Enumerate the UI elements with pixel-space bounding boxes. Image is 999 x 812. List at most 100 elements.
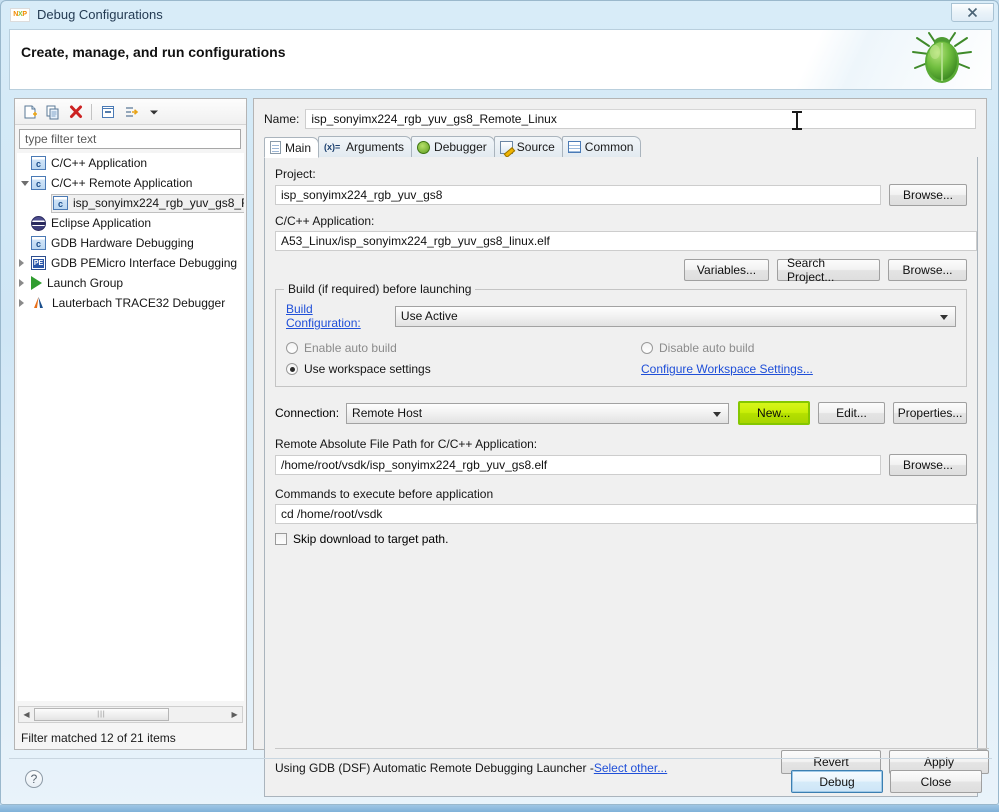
tab-label: Debugger: [434, 140, 487, 154]
nxp-logo-icon: NXP: [10, 7, 30, 22]
tree-item-label: Lauterbach TRACE32 Debugger: [52, 296, 226, 310]
c-app-icon: [31, 236, 46, 250]
dialog-footer-buttons: Debug Close: [791, 770, 982, 793]
tree-item-c-remote-application[interactable]: C/C++ Remote Application: [17, 173, 244, 193]
configurations-tree-panel: type filter text C/C++ Application C/C++…: [14, 98, 247, 750]
remote-path-browse-button[interactable]: Browse...: [888, 454, 967, 476]
name-input[interactable]: isp_sonyimx224_rgb_yuv_gs8_Remote_Linux: [305, 109, 976, 129]
lauterbach-icon: [31, 295, 47, 311]
twisty-closed-icon[interactable]: [19, 299, 24, 307]
c-app-icon: [31, 176, 46, 190]
tree-item-label: Eclipse Application: [51, 216, 152, 230]
twisty-closed-icon[interactable]: [19, 279, 24, 287]
build-settings-group: Build (if required) before launching Bui…: [275, 282, 967, 387]
collapse-all-icon[interactable]: [97, 101, 118, 122]
connection-combo[interactable]: Remote Host: [346, 402, 729, 424]
use-workspace-settings-radio[interactable]: Use workspace settings: [286, 362, 641, 376]
tab-common[interactable]: Common: [561, 136, 642, 157]
project-label: Project:: [275, 167, 316, 181]
c-app-icon: [31, 156, 46, 170]
commands-input[interactable]: cd /home/root/vsdk: [275, 504, 977, 524]
remote-path-input[interactable]: /home/root/vsdk/isp_sonyimx224_rgb_yuv_g…: [275, 455, 881, 475]
scrollbar-thumb[interactable]: |||: [33, 708, 170, 721]
dialog-header: Create, manage, and run configurations: [9, 29, 992, 90]
tree-item-eclipse-application[interactable]: Eclipse Application: [17, 213, 244, 233]
tree-item-label: Launch Group: [47, 276, 124, 290]
application-input[interactable]: A53_Linux/isp_sonyimx224_rgb_yuv_gs8_lin…: [275, 231, 977, 251]
remote-path-label: Remote Absolute File Path for C/C++ Appl…: [275, 437, 538, 451]
twisty-closed-icon[interactable]: [19, 259, 24, 267]
tree-horizontal-scrollbar[interactable]: ◀ ||| ▶: [18, 706, 243, 723]
connection-new-button[interactable]: New...: [737, 401, 810, 425]
tab-bar: Main (x)= Arguments Debugger Source Comm…: [264, 136, 978, 158]
filter-arrow-icon[interactable]: [120, 101, 141, 122]
tab-main[interactable]: Main: [264, 137, 320, 158]
debug-configurations-dialog: NXP Debug Configurations Create, manage,…: [0, 0, 999, 805]
tab-debugger[interactable]: Debugger: [411, 136, 495, 157]
dialog-body: type filter text C/C++ Application C/C++…: [9, 93, 992, 797]
connection-edit-button[interactable]: Edit...: [817, 402, 886, 424]
pemicro-icon: [31, 256, 46, 270]
skip-download-checkbox[interactable]: [275, 533, 287, 545]
eclipse-icon: [31, 215, 46, 231]
chevron-down-icon[interactable]: [143, 101, 164, 122]
scroll-left-icon[interactable]: ◀: [19, 707, 34, 722]
tree-item-label: isp_sonyimx224_rgb_yuv_gs8_R: [73, 196, 244, 210]
search-project-button[interactable]: Search Project...: [777, 256, 880, 284]
build-configuration-combo[interactable]: Use Active: [394, 305, 956, 327]
tab-source[interactable]: Source: [493, 136, 563, 157]
connection-value: Remote Host: [352, 406, 423, 420]
red-x-delete-icon[interactable]: [65, 101, 86, 122]
main-tab-content: Project: isp_sonyimx224_rgb_yuv_gs8 Brow…: [264, 157, 989, 797]
variables-button[interactable]: Variables...: [684, 259, 769, 281]
disable-auto-build-label: Disable auto build: [659, 341, 755, 355]
connection-properties-button[interactable]: Properties...: [893, 402, 967, 424]
project-input[interactable]: isp_sonyimx224_rgb_yuv_gs8: [275, 185, 881, 205]
tree-item-isp-sonyimx224-remote-linux[interactable]: isp_sonyimx224_rgb_yuv_gs8_R: [17, 193, 244, 213]
tree-item-gdb-hardware-debugging[interactable]: GDB Hardware Debugging: [17, 233, 244, 253]
skip-download-label: Skip download to target path.: [293, 532, 449, 546]
main-document-icon: [270, 141, 281, 154]
tab-label: Arguments: [346, 140, 405, 154]
close-glyph: [967, 7, 978, 18]
configuration-editor-panel: Name: isp_sonyimx224_rgb_yuv_gs8_Remote_…: [253, 98, 989, 797]
copy-icon[interactable]: [42, 101, 63, 122]
c-app-icon: [53, 196, 68, 210]
tree-item-gdb-pemicro-interface-debugging[interactable]: GDB PEMicro Interface Debugging: [17, 253, 244, 273]
tab-label: Common: [584, 140, 634, 154]
tab-label: Main: [285, 140, 312, 155]
configure-workspace-settings-link[interactable]: Configure Workspace Settings...: [641, 362, 813, 376]
close-button[interactable]: Close: [890, 770, 982, 793]
application-browse-button[interactable]: Browse...: [888, 259, 967, 281]
new-document-icon[interactable]: [19, 101, 40, 122]
help-question-icon[interactable]: ?: [25, 770, 43, 788]
radio-indicator-selected: [286, 363, 298, 375]
skip-download-checkbox-row[interactable]: Skip download to target path.: [275, 532, 967, 546]
name-label: Name:: [264, 112, 300, 126]
launch-group-icon: [31, 276, 42, 290]
tree-toolbar: [15, 99, 246, 125]
configurations-tree[interactable]: C/C++ Application C/C++ Remote Applicati…: [17, 153, 244, 701]
tree-item-lauterbach-trace32-debugger[interactable]: Lauterbach TRACE32 Debugger: [17, 293, 244, 313]
project-browse-button[interactable]: Browse...: [888, 184, 967, 206]
arguments-icon: (x)=: [324, 142, 341, 152]
close-icon[interactable]: [951, 3, 994, 22]
build-configuration-link[interactable]: Build Configuration:: [286, 302, 387, 330]
dialog-footer: ? Debug Close: [9, 758, 992, 800]
enable-auto-build-radio[interactable]: Enable auto build: [286, 341, 641, 355]
scroll-right-icon[interactable]: ▶: [227, 707, 242, 722]
radio-indicator: [641, 342, 653, 354]
tree-item-launch-group[interactable]: Launch Group: [17, 273, 244, 293]
twisty-open-icon[interactable]: [21, 181, 29, 190]
tree-item-label: C/C++ Application: [51, 156, 148, 170]
filter-input[interactable]: type filter text: [19, 129, 241, 149]
filter-status-text: Filter matched 12 of 21 items: [21, 731, 176, 745]
page-title: Create, manage, and run configurations: [21, 44, 286, 60]
window-titlebar: NXP Debug Configurations: [1, 1, 998, 28]
debug-button[interactable]: Debug: [791, 770, 883, 793]
tree-item-c-application[interactable]: C/C++ Application: [17, 153, 244, 173]
configuration-name-row: Name: isp_sonyimx224_rgb_yuv_gs8_Remote_…: [264, 109, 976, 129]
disable-auto-build-radio[interactable]: Disable auto build: [641, 341, 754, 355]
tab-arguments[interactable]: (x)= Arguments: [318, 136, 413, 157]
radio-indicator: [286, 342, 298, 354]
